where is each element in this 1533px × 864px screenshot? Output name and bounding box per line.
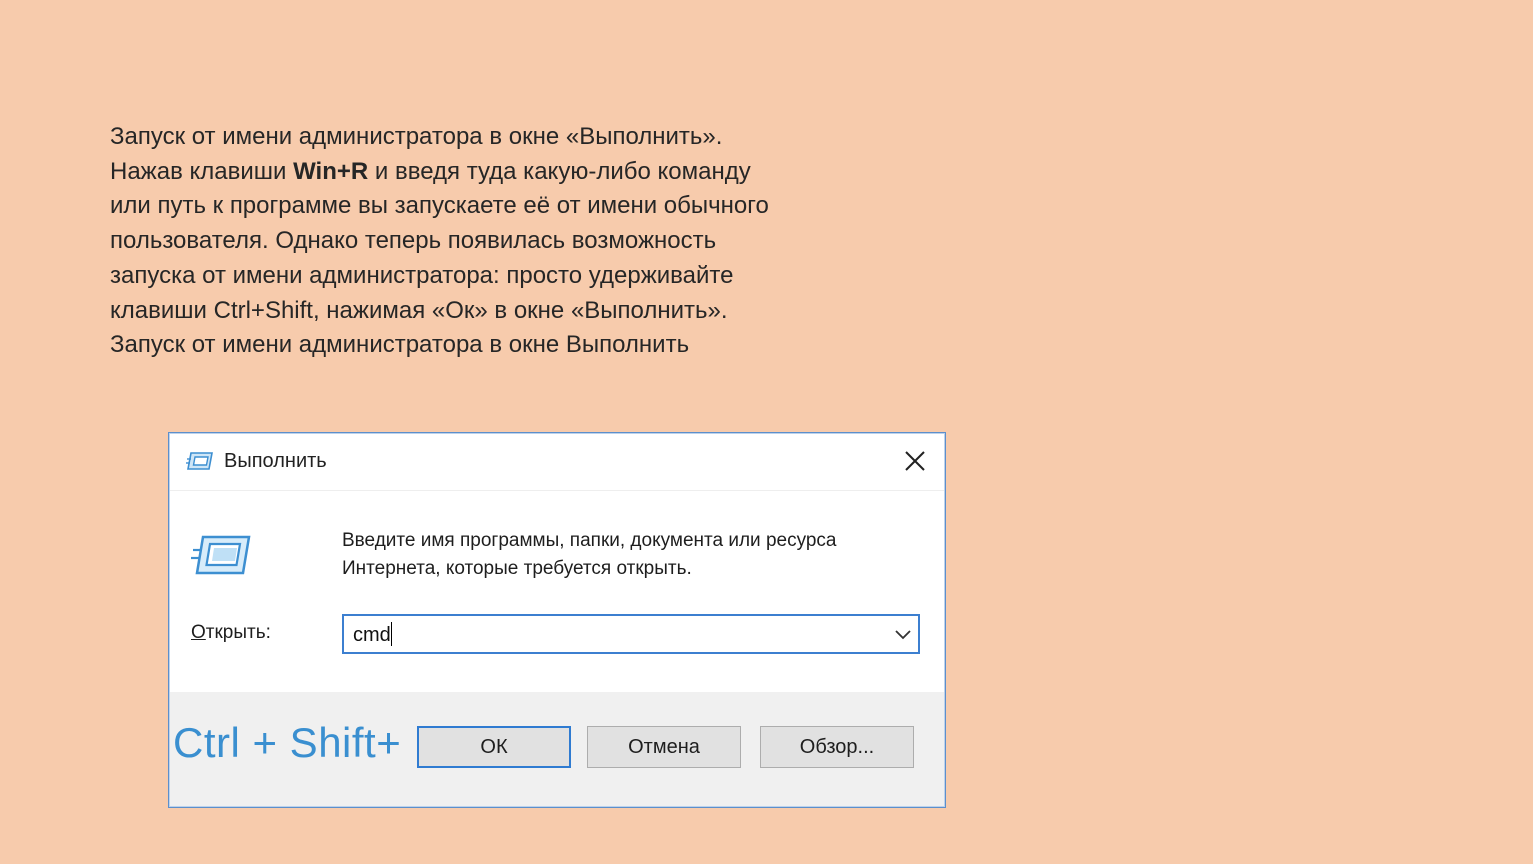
close-icon[interactable] [900,446,930,476]
text-caret [390,622,392,646]
run-icon [191,533,251,577]
slide-body-text: Запуск от имени администратора в окне «В… [110,120,870,363]
description-line-2: Интернета, которые требуется открыть. [342,558,692,579]
dialog-description: Введите имя программы, папки, документа … [342,527,922,583]
ok-button[interactable]: ОК [417,726,571,768]
text-line-4: пользователя. Однако теперь появилась во… [110,227,717,255]
text-line-5: запуска от имени администратора: просто … [110,261,734,289]
run-dialog: Выполнить Введите имя программы, папки, … [168,432,946,808]
text-line-7: Запуск от имени администратора в окне Вы… [110,331,690,359]
button-bar: Ctrl + Shift+ ОК Отмена Обзор... [170,692,944,806]
text-line-2: Нажав клавиши Win+R и введя туда какую-л… [110,155,870,190]
command-combobox[interactable]: cmd [342,614,920,654]
browse-button[interactable]: Обзор... [760,726,914,768]
description-line-1: Введите имя программы, папки, документа … [342,530,837,551]
dialog-title: Выполнить [224,450,327,472]
open-label-accesskey: О [191,622,206,643]
text-line-6: клавиши Ctrl+Shift, нажимая «Ок» в окне … [110,296,728,324]
hotkey-win-r: Win+R [293,157,369,185]
open-label: Открыть: [191,622,271,644]
title-bar: Выполнить [170,434,944,491]
text-line-2-end: и введя туда какую-либо команду [368,157,751,185]
text-line-2-start: Нажав клавиши [110,157,294,185]
text-line-1: Запуск от имени администратора в окне «В… [110,123,723,150]
hotkey-overlay: Ctrl + Shift+ [173,719,402,766]
run-icon [186,450,214,472]
cancel-button[interactable]: Отмена [587,726,741,768]
chevron-down-icon[interactable] [894,626,912,642]
command-input[interactable]: cmd [353,622,392,647]
text-line-3: или путь к программе вы запускаете её от… [110,192,769,220]
command-value: cmd [353,624,391,646]
open-label-rest: ткрыть: [205,622,271,643]
